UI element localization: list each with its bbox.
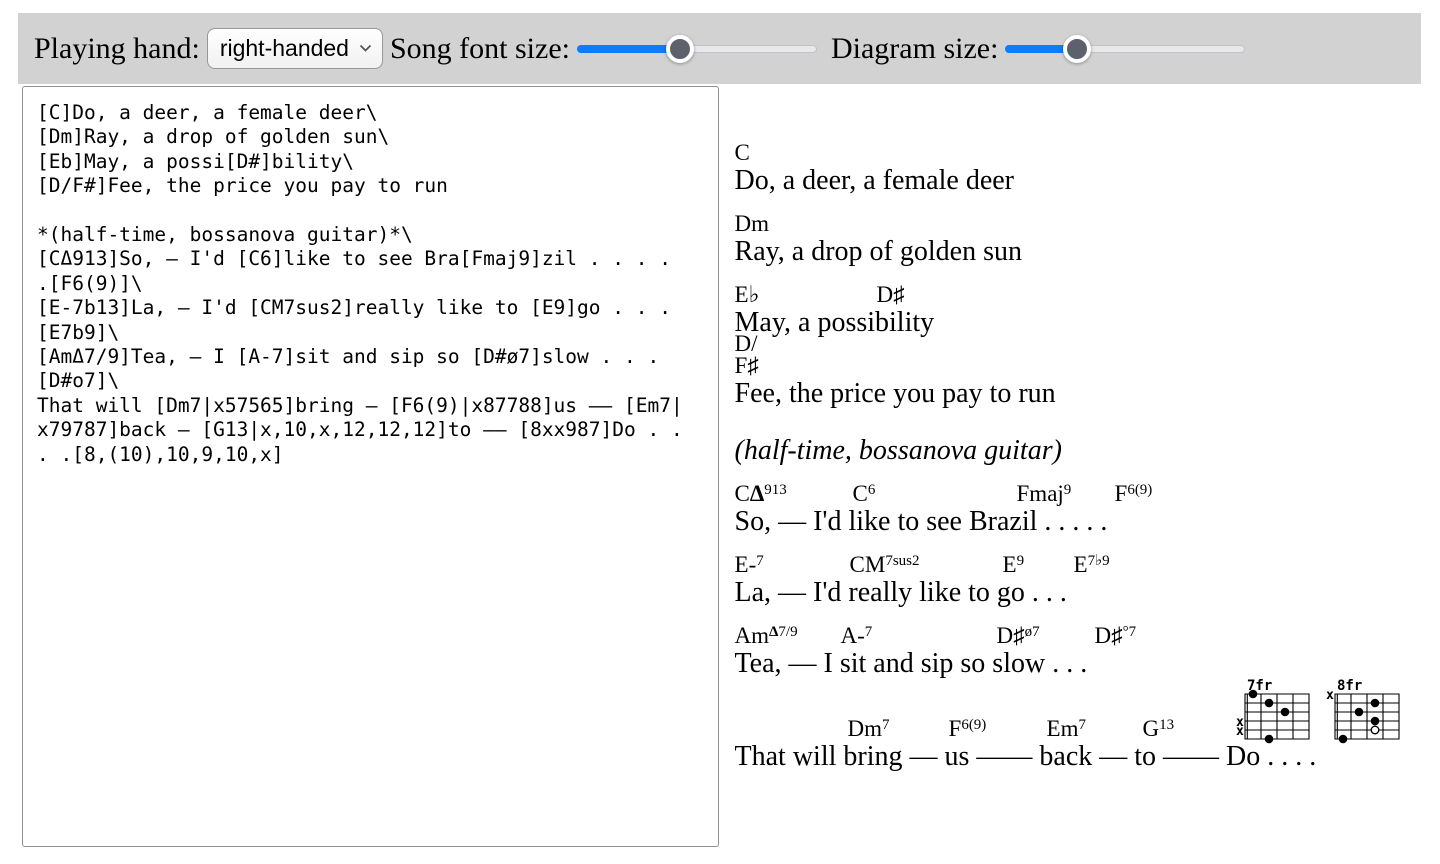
chord-symbol: Dm bbox=[735, 211, 770, 237]
song-font-size-label: Song font size: bbox=[390, 32, 570, 66]
lyric-line: Ray, a drop of golden sun bbox=[735, 237, 1440, 267]
rendered-song-panel: C Do, a deer, a female deer Dm Ray, a dr… bbox=[735, 86, 1440, 785]
chord-symbol: G13 bbox=[1143, 712, 1175, 742]
slider-thumb[interactable] bbox=[666, 35, 694, 63]
song-line: AmΔ7/9 A-7 D♯ø7 D♯°7 Tea, — I sit and si… bbox=[735, 621, 1440, 679]
chord-diagram: 8frx bbox=[1325, 678, 1405, 744]
chord-symbol: CM7sus2 bbox=[850, 548, 920, 578]
svg-text:8fr: 8fr bbox=[1337, 678, 1362, 694]
lyric-line: So, — I'd like to see Brazil . . . . . bbox=[735, 507, 1440, 537]
chord-symbol: Dm7 bbox=[848, 712, 890, 742]
main-area: [C]Do, a deer, a female deer\ [Dm]Ray, a… bbox=[22, 86, 1440, 847]
chord-symbol: E♭ bbox=[735, 282, 760, 308]
song-line: D/ F♯ Fee, the price you pay to run bbox=[735, 351, 1440, 409]
chord-symbol: A-7 bbox=[841, 619, 873, 649]
lyric-line: May, a possibility bbox=[735, 308, 1440, 338]
song-line: Dm7 F6(9) Em7 G13 7frxx 8frx That will b… bbox=[735, 692, 1440, 772]
chord-symbol: Fmaj9 bbox=[1017, 477, 1072, 507]
svg-text:x: x bbox=[1236, 724, 1244, 739]
diagram-size-label: Diagram size: bbox=[831, 32, 998, 66]
chord-symbol: D♯ø7 bbox=[997, 619, 1040, 649]
lyric-line: Do, a deer, a female deer bbox=[735, 166, 1440, 196]
slider-fill bbox=[577, 45, 680, 53]
chord-symbol: D♯°7 bbox=[1095, 619, 1137, 649]
chevron-down-icon bbox=[359, 44, 372, 53]
playing-hand-value: right-handed bbox=[220, 35, 349, 62]
song-line: Dm Ray, a drop of golden sun bbox=[735, 209, 1440, 267]
chord-symbol: F6(9) bbox=[949, 712, 987, 742]
chord-symbol: E9 bbox=[1003, 548, 1025, 578]
playing-hand-label: Playing hand: bbox=[34, 32, 200, 66]
lyric-line: La, — I'd really like to go . . . bbox=[735, 578, 1440, 608]
song-source-editor[interactable]: [C]Do, a deer, a female deer\ [Dm]Ray, a… bbox=[22, 86, 719, 847]
song-line: E-7 CM7sus2 E9 E7♭9 La, — I'd really lik… bbox=[735, 550, 1440, 608]
song-line: CΔ913 C6 Fmaj9 F6(9) So, — I'd like to s… bbox=[735, 479, 1440, 537]
chord-symbol: C6 bbox=[853, 477, 876, 507]
toolbar: Playing hand: right-handed Song font siz… bbox=[18, 13, 1421, 84]
song-font-size-slider[interactable] bbox=[577, 34, 817, 64]
comment-line: (half-time, bossanova guitar) bbox=[735, 436, 1440, 466]
lyric-line: Fee, the price you pay to run bbox=[735, 379, 1440, 409]
song-line: E♭ D♯ May, a possibility bbox=[735, 280, 1440, 338]
chord-diagram: 7frxx bbox=[1235, 678, 1315, 744]
lyric-line: That will bring — us —— back — to —— Do … bbox=[735, 742, 1440, 772]
chord-symbol: C bbox=[735, 140, 750, 166]
song-line: (half-time, bossanova guitar) bbox=[735, 436, 1440, 466]
chord-symbol: AmΔ7/9 bbox=[735, 619, 798, 649]
playing-hand-select[interactable]: right-handed bbox=[207, 28, 383, 69]
chord-symbol: Em7 bbox=[1047, 712, 1086, 742]
chord-symbol: CΔ913 bbox=[735, 477, 787, 507]
chord-symbol: E-7 bbox=[735, 548, 764, 578]
slider-thumb[interactable] bbox=[1063, 35, 1091, 63]
svg-text:x: x bbox=[1326, 688, 1334, 703]
lyric-line: Tea, — I sit and sip so slow . . . bbox=[735, 649, 1440, 679]
line-spacer bbox=[735, 422, 1440, 436]
chord-symbol: D♯ bbox=[877, 282, 905, 308]
song-line: C Do, a deer, a female deer bbox=[735, 138, 1440, 196]
chord-symbol: F♯ bbox=[735, 353, 759, 379]
chord-symbol: E7♭9 bbox=[1074, 548, 1110, 578]
diagram-size-slider[interactable] bbox=[1005, 34, 1245, 64]
chord-symbol: F6(9) bbox=[1115, 477, 1153, 507]
